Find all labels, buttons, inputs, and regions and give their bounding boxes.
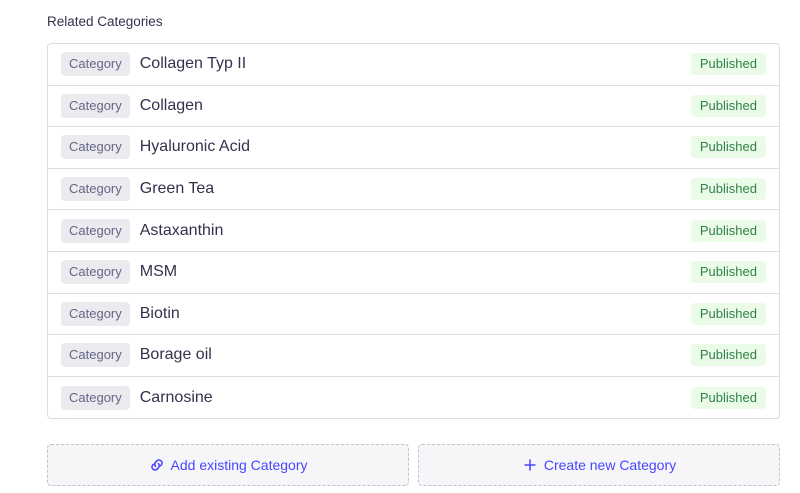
relation-name[interactable]: Biotin — [140, 305, 691, 323]
relation-name[interactable]: Hyaluronic Acid — [140, 138, 691, 156]
type-tag: Category — [61, 93, 130, 118]
type-tag: Category — [61, 177, 130, 202]
create-new-category-button[interactable]: Create new Category — [418, 444, 780, 486]
status-badge: Published — [690, 344, 766, 367]
status-badge: Published — [690, 219, 766, 242]
relation-row[interactable]: Category Biotin Published — [48, 294, 779, 336]
relation-name[interactable]: Carnosine — [140, 389, 691, 407]
relation-row[interactable]: Category Hyaluronic Acid Published — [48, 127, 779, 169]
relations-list: Category Collagen Typ II Published Categ… — [47, 43, 780, 420]
relation-row[interactable]: Category Astaxanthin Published — [48, 210, 779, 252]
relation-name[interactable]: Green Tea — [140, 180, 691, 198]
relation-name[interactable]: Borage oil — [140, 346, 691, 364]
relation-name[interactable]: Collagen Typ II — [140, 55, 691, 73]
status-badge: Published — [690, 261, 766, 284]
link-icon — [149, 457, 165, 473]
status-badge: Published — [690, 178, 766, 201]
type-tag: Category — [61, 52, 130, 77]
create-new-label: Create new Category — [543, 457, 677, 473]
relation-row[interactable]: Category Collagen Published — [48, 86, 779, 128]
type-tag: Category — [61, 301, 130, 326]
type-tag: Category — [61, 135, 130, 160]
relation-row[interactable]: Category Carnosine Published — [48, 377, 779, 419]
relation-row[interactable]: Category Green Tea Published — [48, 169, 779, 211]
add-existing-category-button[interactable]: Add existing Category — [47, 444, 409, 486]
status-badge: Published — [690, 53, 766, 76]
status-badge: Published — [690, 136, 766, 159]
relation-row[interactable]: Category MSM Published — [48, 252, 779, 294]
status-badge: Published — [690, 94, 766, 117]
relation-name[interactable]: Collagen — [140, 97, 691, 115]
type-tag: Category — [61, 218, 130, 243]
status-badge: Published — [690, 302, 766, 325]
relation-row[interactable]: Category Collagen Typ II Published — [48, 44, 779, 86]
section-title: Related Categories — [47, 14, 163, 29]
relation-row[interactable]: Category Borage oil Published — [48, 335, 779, 377]
relation-actions: Add existing Category Create new Categor… — [47, 444, 780, 486]
relation-name[interactable]: Astaxanthin — [140, 222, 691, 240]
type-tag: Category — [61, 343, 130, 368]
plus-icon — [522, 457, 538, 473]
type-tag: Category — [61, 260, 130, 285]
add-existing-label: Add existing Category — [170, 457, 308, 473]
relation-name[interactable]: MSM — [140, 263, 691, 281]
type-tag: Category — [61, 385, 130, 410]
status-badge: Published — [690, 386, 766, 409]
